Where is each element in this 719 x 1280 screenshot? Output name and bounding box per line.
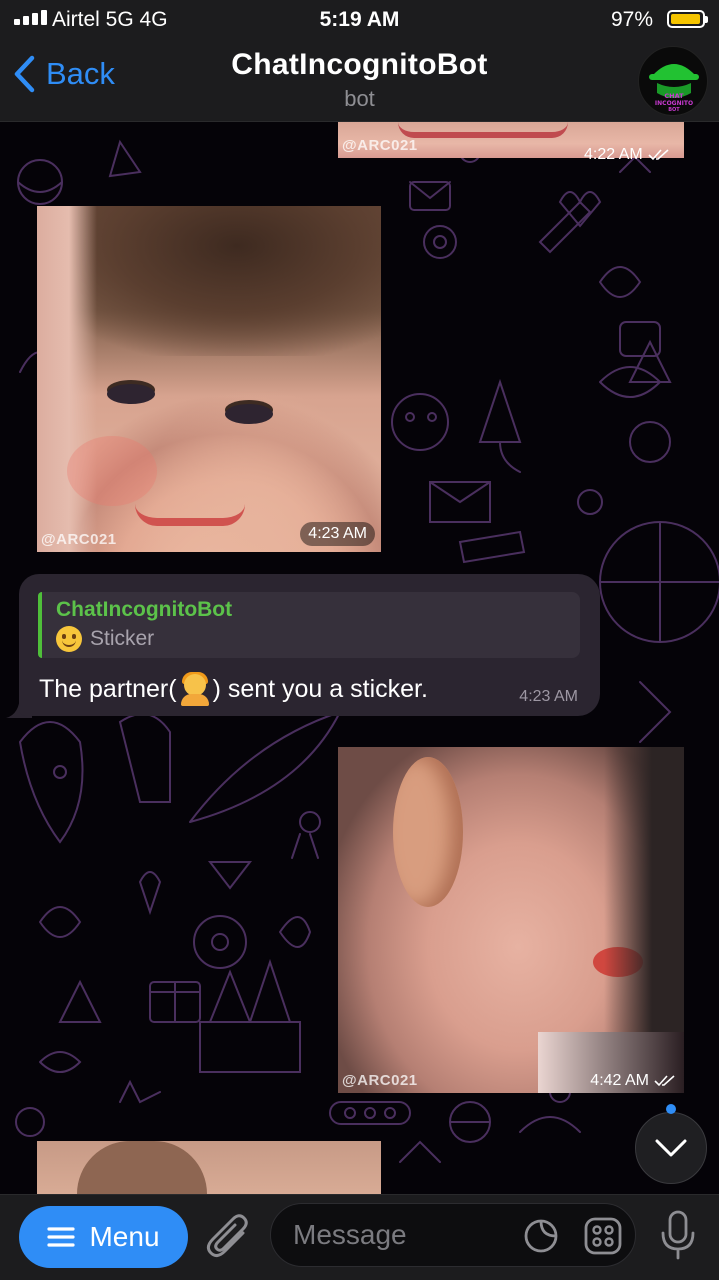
battery-percent: 97%: [610, 8, 653, 31]
spy-hat-icon: CHAT INCOGNITO BOT: [649, 64, 699, 113]
message-time: 4:23 AM: [519, 688, 578, 705]
status-bar: Airtel 5G 4G 5:19 AM 97%: [0, 0, 719, 40]
chat-subtitle: bot: [344, 86, 375, 111]
reply-author: ChatIncognitoBot: [56, 598, 233, 621]
avatar-line-1: CHAT: [664, 92, 684, 100]
photo-watermark: @ARC021: [342, 1072, 418, 1089]
double-check-icon: [654, 1075, 675, 1087]
chat-title[interactable]: ChatIncognitoBot: [0, 48, 719, 82]
message-input-bar: Menu: [0, 1194, 719, 1280]
message-field[interactable]: [270, 1203, 636, 1267]
scroll-to-bottom-button[interactable]: [635, 1112, 707, 1184]
photo-watermark: @ARC021: [342, 137, 418, 154]
bot-commands-icon[interactable]: [583, 1216, 623, 1256]
photo-message[interactable]: @ARC021 4:23 AM: [37, 206, 381, 552]
reply-body: Sticker: [56, 626, 154, 652]
message-text: The partner( ) sent you a sticker.: [39, 672, 428, 706]
battery-icon: [667, 10, 708, 28]
chevron-down-icon: [655, 1139, 687, 1157]
unread-indicator: [666, 1104, 676, 1114]
menu-label: Menu: [89, 1221, 160, 1252]
message-time: 4:23 AM: [300, 522, 375, 546]
message-time: 4:22 AM: [576, 143, 678, 167]
reply-preview[interactable]: ChatIncognitoBot Sticker: [38, 592, 580, 658]
hamburger-icon: [47, 1227, 76, 1247]
menu-button[interactable]: Menu: [19, 1206, 188, 1268]
message-time: 4:42 AM: [582, 1069, 684, 1093]
person-emoji-icon: [178, 672, 212, 706]
reply-preview-text: Sticker: [90, 627, 155, 650]
double-check-icon: [648, 149, 669, 161]
photo-message[interactable]: @ARC021 4:42 AM: [338, 747, 684, 1093]
message-input[interactable]: [293, 1204, 513, 1266]
photo-content: [393, 757, 463, 907]
photo-message[interactable]: [37, 1141, 381, 1194]
photo-watermark: @ARC021: [41, 531, 117, 548]
message-text-end: ) sent you a sticker.: [212, 674, 428, 703]
text-message-bubble[interactable]: ChatIncognitoBot Sticker The partner( ) …: [19, 574, 600, 716]
message-text-start: The partner(: [39, 674, 177, 703]
sticker-icon[interactable]: [523, 1218, 559, 1254]
bot-avatar[interactable]: CHAT INCOGNITO BOT: [638, 46, 708, 116]
slightly-smiling-face-icon: [56, 626, 82, 652]
time-label: 4:22 AM: [584, 146, 643, 163]
time-label: 4:23 AM: [308, 525, 367, 542]
battery-fill: [671, 14, 701, 24]
photo-content: [398, 122, 568, 138]
chat-header: Back ChatIncognitoBot bot CHAT INCOGNITO…: [0, 40, 719, 122]
time-label: 4:42 AM: [590, 1072, 649, 1089]
microphone-icon[interactable]: [658, 1209, 698, 1261]
avatar-line-3: BOT: [668, 107, 680, 113]
photo-content: [77, 1141, 207, 1194]
avatar-line-2: INCOGNITO: [655, 100, 693, 107]
paperclip-icon[interactable]: [205, 1213, 251, 1263]
